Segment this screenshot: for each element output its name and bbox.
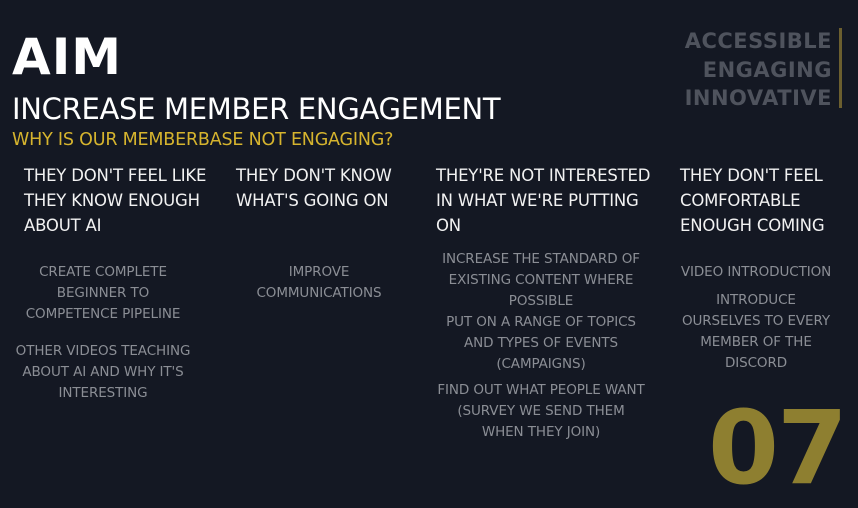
heading-line: COMFORTABLE <box>680 191 801 210</box>
column-1-solution-1: CREATE COMPLETE BEGINNER TO COMPETENCE P… <box>8 262 198 325</box>
heading-line: THEY KNOW ENOUGH <box>24 191 200 210</box>
solution-line: MEMBER OF THE <box>700 334 812 350</box>
column-4-solution-2: INTRODUCE OURSELVES TO EVERY MEMBER OF T… <box>670 290 842 374</box>
solution-line: CREATE COMPLETE <box>39 264 167 280</box>
heading-line: IN WHAT WE'RE PUTTING <box>436 191 639 210</box>
solution-line: BEGINNER TO <box>56 285 150 301</box>
column-1-heading: THEY DON'T FEEL LIKE THEY KNOW ENOUGH AB… <box>24 163 206 238</box>
heading-line: THEY DON'T KNOW <box>236 166 392 185</box>
heading-line: ON <box>436 216 461 235</box>
solution-line: (CAMPAIGNS) <box>496 356 586 372</box>
solution-line: WHEN THEY JOIN) <box>481 424 601 440</box>
tag-engaging: ENGAGING <box>702 57 832 82</box>
column-2-heading: THEY DON'T KNOW WHAT'S GOING ON <box>236 163 392 213</box>
heading-line: THEY DON'T FEEL <box>680 166 823 185</box>
solution-line: OTHER VIDEOS TEACHING <box>15 343 191 359</box>
solution-line: DISCORD <box>724 355 788 371</box>
solution-line: COMPETENCE PIPELINE <box>25 306 181 322</box>
solution-line: PUT ON A RANGE OF TOPICS <box>446 314 636 330</box>
heading-line: THEY DON'T FEEL LIKE <box>24 166 207 185</box>
solution-line: FIND OUT WHAT PEOPLE WANT <box>437 382 645 398</box>
solution-line: (SURVEY WE SEND THEM <box>457 403 625 419</box>
column-1-solution-2: OTHER VIDEOS TEACHING ABOUT AI AND WHY I… <box>8 341 198 404</box>
solution-line: INTERESTING <box>58 385 148 401</box>
solution-line: ABOUT AI AND WHY IT'S <box>22 364 184 380</box>
solution-line: EXISTING CONTENT WHERE <box>448 272 634 288</box>
solution-line: POSSIBLE <box>508 293 574 309</box>
solution-line: AND TYPES OF EVENTS <box>463 335 619 351</box>
heading-line: THEY'RE NOT INTERESTED <box>436 166 651 185</box>
column-3-solution-1: INCREASE THE STANDARD OF EXISTING CONTEN… <box>431 249 651 375</box>
tag-accessible: ACCESSIBLE <box>684 29 832 53</box>
slide-subtitle: INCREASE MEMBER ENGAGEMENT <box>12 92 501 126</box>
solution-line: INTRODUCE <box>716 292 796 308</box>
solution-line: IMPROVE <box>288 264 350 280</box>
slide-title: AIM <box>12 28 123 86</box>
solution-line: VIDEO INTRODUCTION <box>680 264 832 280</box>
tags-accent-bar <box>839 28 842 108</box>
slide-number: 07 <box>708 389 848 508</box>
solution-line: OURSELVES TO EVERY <box>681 313 831 329</box>
heading-line: ENOUGH COMING <box>680 216 825 235</box>
heading-line: WHAT'S GOING ON <box>236 191 389 210</box>
heading-line: ABOUT AI <box>24 216 102 235</box>
slide-question: WHY IS OUR MEMBERBASE NOT ENGAGING? <box>12 130 394 150</box>
column-4-solution-1: VIDEO INTRODUCTION <box>670 262 842 283</box>
column-3-heading: THEY'RE NOT INTERESTED IN WHAT WE'RE PUT… <box>436 163 650 238</box>
column-4-heading: THEY DON'T FEEL COMFORTABLE ENOUGH COMIN… <box>680 163 825 238</box>
value-tags: ACCESSIBLE ENGAGING INNOVATIVE <box>685 27 832 113</box>
column-2-solution-1: IMPROVE COMMUNICATIONS <box>224 262 414 304</box>
solution-line: COMMUNICATIONS <box>256 285 382 301</box>
solution-line: INCREASE THE STANDARD OF <box>442 251 640 267</box>
tag-innovative: INNOVATIVE <box>684 86 832 110</box>
column-3-solution-2: FIND OUT WHAT PEOPLE WANT (SURVEY WE SEN… <box>431 380 651 443</box>
